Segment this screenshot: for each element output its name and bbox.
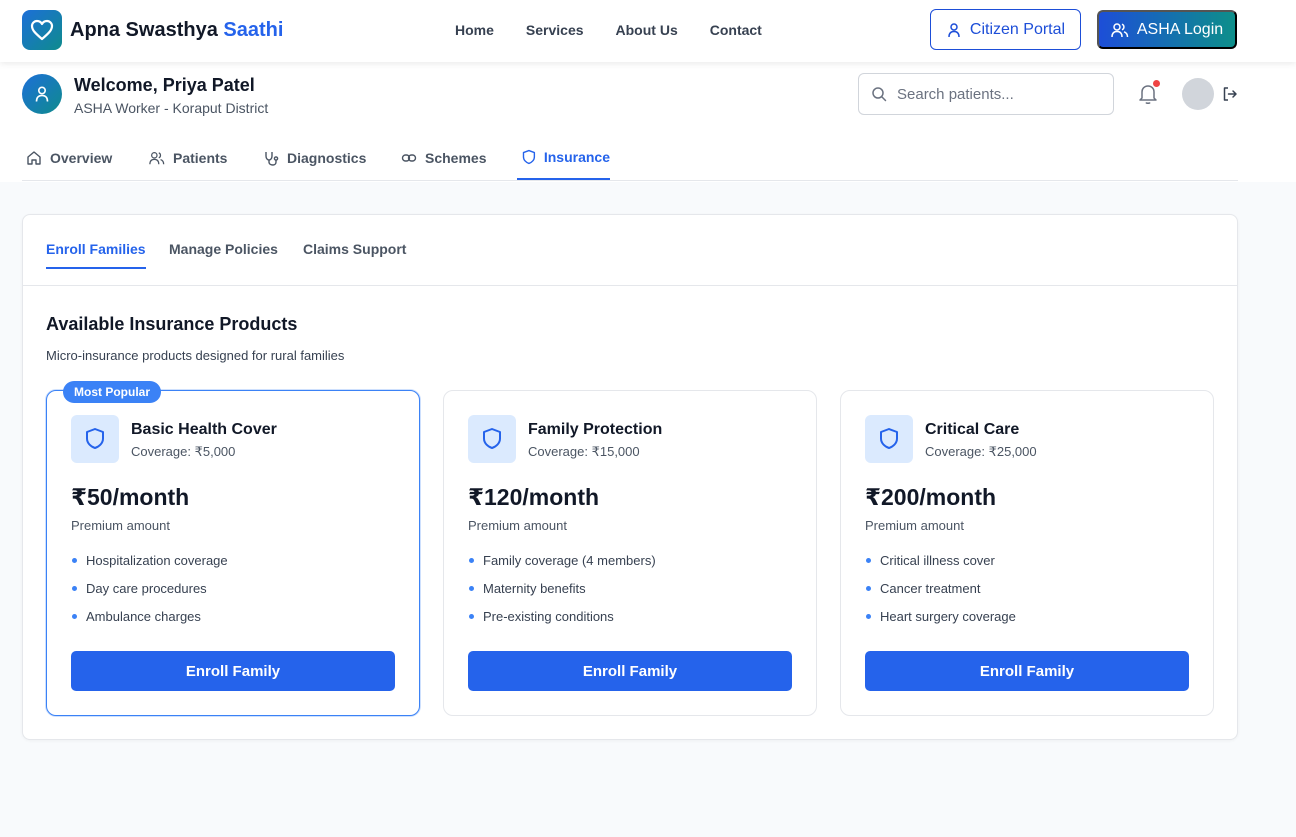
citizen-portal-button[interactable]: Citizen Portal [930, 9, 1081, 50]
brand-name: Apna Swasthya Saathi [70, 19, 283, 42]
enroll-family-button[interactable]: Enroll Family [71, 651, 395, 691]
tab-schemes[interactable]: Schemes [401, 136, 491, 180]
product-card-critical-care: Critical Care Coverage: ₹25,000 ₹200/mon… [840, 390, 1214, 716]
product-name: Family Protection [528, 421, 663, 438]
search-input[interactable] [897, 85, 1097, 103]
logout-icon [1223, 87, 1237, 101]
shield-icon [468, 415, 516, 463]
notifications-button[interactable] [1138, 80, 1160, 105]
product-card-family-protection: Family Protection Coverage: ₹15,000 ₹120… [443, 390, 817, 716]
user-icon [948, 22, 960, 37]
subtab-claims-support[interactable]: Claims Support [303, 241, 406, 267]
product-price: ₹200/month [865, 484, 997, 510]
product-name: Critical Care [925, 421, 1020, 438]
tab-diagnostics[interactable]: Diagnostics [263, 136, 373, 180]
user-avatar [22, 74, 62, 114]
shield-icon [522, 149, 536, 165]
subtab-enroll-families[interactable]: Enroll Families [46, 241, 146, 269]
tab-schemes-label: Schemes [425, 150, 487, 166]
tab-insurance-label: Insurance [543, 149, 610, 165]
tab-patients-label: Patients [173, 150, 228, 166]
feature-item: Pre-existing conditions [468, 609, 656, 637]
product-card-basic-health-cover: Most Popular Basic Health Cover Coverage… [46, 381, 420, 716]
brand-name-accent: Saathi [223, 18, 284, 41]
user-icon [35, 86, 49, 102]
shield-icon [71, 415, 119, 463]
product-features: Critical illness cover Cancer treatment … [865, 553, 1016, 637]
feature-item: Family coverage (4 members) [468, 553, 656, 581]
notification-dot [1153, 80, 1160, 87]
link-icon [401, 154, 417, 162]
brand-name-main: Apna Swasthya [70, 18, 218, 41]
citizen-portal-label: Citizen Portal [969, 20, 1066, 38]
nav-home[interactable]: Home [455, 22, 494, 38]
heart-icon [22, 10, 62, 50]
logout-button[interactable] [1222, 86, 1238, 102]
main-nav: Home Services About Us Contact [455, 22, 794, 38]
feature-item: Critical illness cover [865, 553, 1016, 581]
product-features: Hospitalization coverage Day care proced… [71, 553, 228, 637]
search-icon [872, 87, 887, 102]
product-price-label: Premium amount [865, 518, 964, 533]
welcome-title: Welcome, Priya Patel [74, 75, 255, 95]
product-price-label: Premium amount [71, 518, 170, 533]
product-coverage: Coverage: ₹25,000 [925, 444, 1037, 459]
top-navbar: Apna Swasthya Saathi Home Services About… [0, 0, 1296, 62]
enroll-family-button[interactable]: Enroll Family [865, 651, 1189, 691]
product-name: Basic Health Cover [131, 421, 277, 438]
brand[interactable]: Apna Swasthya Saathi [22, 10, 283, 50]
dashboard-header: Welcome, Priya Patel ASHA Worker - Korap… [0, 62, 1296, 182]
tab-diagnostics-label: Diagnostics [287, 150, 367, 166]
product-price: ₹50/month [71, 484, 190, 510]
subtab-manage-policies[interactable]: Manage Policies [169, 241, 278, 267]
users-icon [149, 152, 165, 165]
tab-overview-label: Overview [50, 150, 113, 166]
insurance-subtabs: Enroll Families Manage Policies Claims S… [23, 215, 1237, 286]
feature-item: Ambulance charges [71, 609, 228, 637]
insurance-panel: Enroll Families Manage Policies Claims S… [22, 214, 1238, 740]
feature-item: Hospitalization coverage [71, 553, 228, 581]
section-title: Available Insurance Products [46, 314, 298, 334]
home-icon [27, 151, 41, 165]
product-price-label: Premium amount [468, 518, 567, 533]
asha-login-button[interactable]: ASHA Login [1097, 10, 1237, 49]
tab-insurance[interactable]: Insurance [517, 136, 610, 180]
users-icon [1111, 22, 1129, 37]
stethoscope-icon [265, 152, 279, 166]
product-features: Family coverage (4 members) Maternity be… [468, 553, 656, 637]
feature-item: Cancer treatment [865, 581, 1016, 609]
asha-login-label: ASHA Login [1136, 20, 1224, 38]
search-box [858, 73, 1114, 115]
product-coverage: Coverage: ₹15,000 [528, 444, 640, 459]
feature-item: Maternity benefits [468, 581, 656, 609]
nav-contact[interactable]: Contact [710, 22, 762, 38]
user-role: ASHA Worker - Koraput District [74, 100, 269, 116]
shield-icon [865, 415, 913, 463]
nav-services[interactable]: Services [526, 22, 584, 38]
tab-overview[interactable]: Overview [26, 136, 116, 180]
nav-about-us[interactable]: About Us [616, 22, 678, 38]
product-coverage: Coverage: ₹5,000 [131, 444, 236, 459]
profile-avatar[interactable] [1182, 78, 1214, 110]
most-popular-badge: Most Popular [63, 381, 162, 403]
section-subtitle: Micro-insurance products designed for ru… [46, 348, 345, 363]
feature-item: Heart surgery coverage [865, 609, 1016, 637]
product-price: ₹120/month [468, 484, 600, 510]
feature-item: Day care procedures [71, 581, 228, 609]
enroll-family-button[interactable]: Enroll Family [468, 651, 792, 691]
tab-patients[interactable]: Patients [149, 136, 239, 180]
dashboard-tabs: Overview Patients Diagnostics Schemes In… [22, 136, 1238, 181]
